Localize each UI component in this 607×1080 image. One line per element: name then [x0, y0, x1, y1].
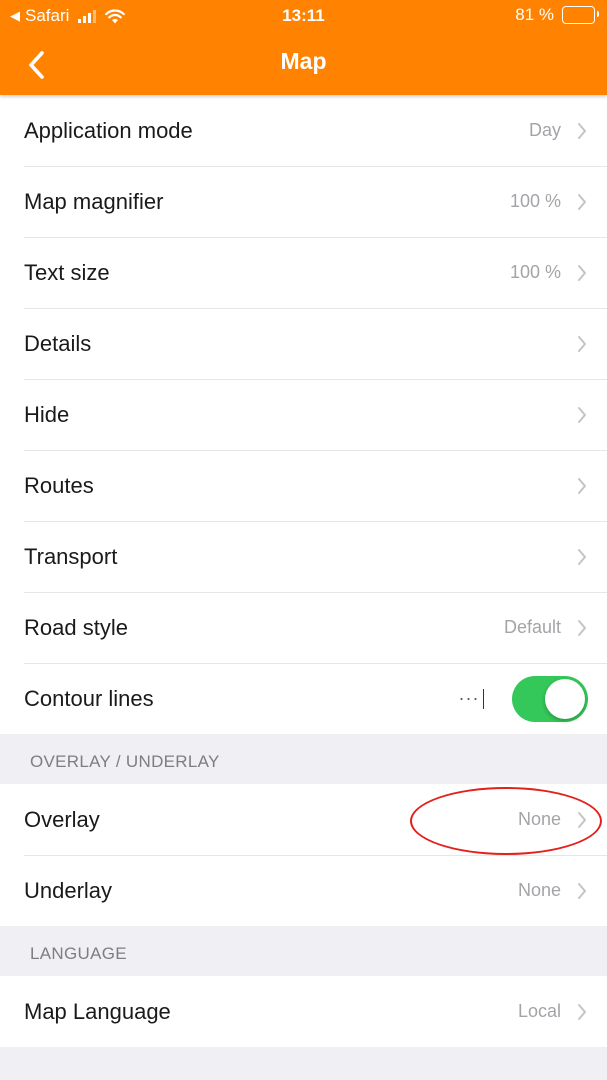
- chevron-right-icon: [578, 335, 586, 352]
- row-map-language[interactable]: Map Language Local: [0, 976, 607, 1047]
- overlay-group: Overlay None Underlay None: [0, 784, 607, 926]
- row-label: Routes: [24, 472, 94, 498]
- chevron-right-icon: [578, 193, 586, 210]
- row-underlay[interactable]: Underlay None: [0, 855, 607, 926]
- header-bar: ◀ Safari 13:11 81 % Map: [0, 0, 607, 95]
- row-application-mode[interactable]: Application mode Day: [0, 95, 607, 166]
- row-map-magnifier[interactable]: Map magnifier 100 %: [0, 166, 607, 237]
- separator-bar: [482, 689, 484, 710]
- row-label: Hide: [24, 401, 70, 427]
- row-transport[interactable]: Transport: [0, 521, 607, 592]
- chevron-right-icon: [578, 619, 586, 636]
- section-header-overlay: OVERLAY / UNDERLAY: [30, 752, 220, 771]
- row-label: Details: [24, 330, 92, 356]
- battery-icon: [562, 6, 599, 24]
- row-text-size[interactable]: Text size 100 %: [0, 237, 607, 308]
- chevron-right-icon: [578, 122, 586, 139]
- navigation-bar: Map: [0, 33, 607, 95]
- row-value: Default: [503, 617, 561, 637]
- chevron-right-icon: [578, 548, 586, 565]
- row-contour-lines: Contour lines ···: [0, 663, 607, 734]
- map-settings-group: Application mode Day Map magnifier 100 %…: [0, 95, 607, 734]
- row-value: None: [517, 880, 561, 900]
- chevron-right-icon: [578, 1003, 586, 1020]
- toggle-knob: [545, 678, 585, 719]
- status-bar: ◀ Safari 13:11 81 %: [0, 0, 607, 33]
- row-label: Map magnifier: [24, 188, 164, 214]
- chevron-right-icon: [578, 477, 586, 494]
- settings-list: Application mode Day Map magnifier 100 %…: [0, 95, 607, 1047]
- row-details[interactable]: Details: [0, 308, 607, 379]
- row-label: Text size: [24, 259, 110, 285]
- contour-options[interactable]: ···: [458, 687, 484, 710]
- chevron-right-icon: [578, 811, 586, 828]
- section-header-language: LANGUAGE: [30, 944, 127, 963]
- row-value: Local: [517, 1001, 561, 1021]
- row-routes[interactable]: Routes: [0, 450, 607, 521]
- row-value: 100 %: [509, 191, 561, 211]
- contour-lines-toggle[interactable]: [512, 675, 588, 722]
- row-value: 100 %: [509, 262, 561, 282]
- row-label: Road style: [24, 614, 128, 640]
- language-group: Map Language Local: [0, 976, 607, 1047]
- row-value: None: [517, 809, 561, 829]
- row-label: Contour lines: [24, 685, 154, 711]
- page-title: Map: [280, 48, 327, 74]
- battery-percent: 81 %: [515, 5, 554, 24]
- row-value: Day: [528, 120, 561, 140]
- more-dots-icon: ···: [458, 687, 480, 708]
- row-label: Transport: [24, 543, 118, 569]
- chevron-right-icon: [578, 264, 586, 281]
- chevron-right-icon: [578, 406, 586, 423]
- row-road-style[interactable]: Road style Default: [0, 592, 607, 663]
- row-overlay[interactable]: Overlay None: [0, 784, 607, 855]
- row-hide[interactable]: Hide: [0, 379, 607, 450]
- row-label: Map Language: [24, 998, 171, 1024]
- row-label: Underlay: [24, 877, 113, 903]
- row-label: Overlay: [24, 806, 100, 832]
- chevron-right-icon: [578, 882, 586, 899]
- status-right: 81 %: [515, 5, 599, 25]
- row-label: Application mode: [24, 117, 193, 143]
